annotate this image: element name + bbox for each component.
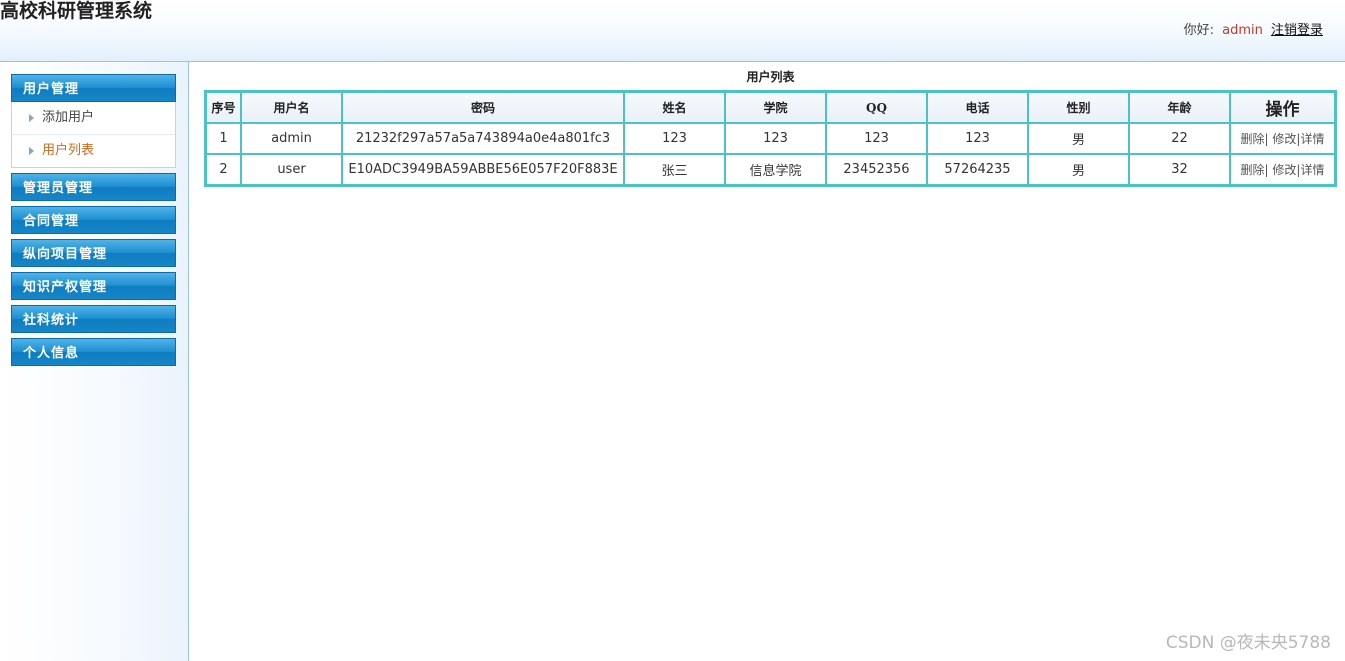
sidebar: 用户管理 添加用户 用户列表 管理员管理 合同管理 纵向项目管理 知识产权管理 …: [0, 62, 189, 661]
edit-link[interactable]: 修改: [1272, 132, 1296, 146]
action-separator: |: [1264, 163, 1269, 177]
table-row: 2 user E10ADC3949BA59ABBE56E057F20F883E …: [206, 154, 1335, 185]
logout-link[interactable]: 注销登录: [1271, 23, 1323, 38]
detail-link[interactable]: 详情: [1300, 163, 1324, 177]
cell-qq: 123: [826, 123, 927, 154]
cell-college: 123: [725, 123, 826, 154]
menu-header-ip-management[interactable]: 知识产权管理: [11, 272, 176, 300]
system-title: 高校科研管理系统: [0, 0, 153, 22]
cell-password: 21232f297a57a5a743894a0e4a801fc3: [342, 123, 624, 154]
table-row: 1 admin 21232f297a57a5a743894a0e4a801fc3…: [206, 123, 1335, 154]
menu-header-user-management[interactable]: 用户管理: [11, 74, 176, 102]
column-header-phone: 电话: [927, 92, 1028, 123]
cell-actions: 删除| 修改|详情: [1230, 154, 1335, 185]
cell-qq: 23452356: [826, 154, 927, 185]
cell-age: 32: [1129, 154, 1230, 185]
sidebar-item-label: 添加用户: [42, 110, 95, 125]
table-caption: 用户列表: [746, 70, 795, 84]
greeting-label: 你好:: [1183, 23, 1214, 38]
detail-link[interactable]: 详情: [1300, 132, 1324, 146]
menu-group-contract-management: 合同管理: [11, 206, 176, 234]
user-table: 序号 用户名 密码 姓名 学院 QQ 电话 性别 年龄 操作 1 admin 2…: [204, 90, 1337, 187]
cell-age: 22: [1129, 123, 1230, 154]
main-content: 用户列表 序号 用户名 密码 姓名 学院 QQ 电话 性别 年龄 操作 1 ad…: [204, 62, 1337, 187]
sidebar-item-user-list[interactable]: 用户列表: [12, 135, 175, 167]
column-header-actions: 操作: [1230, 92, 1335, 123]
column-header-username: 用户名: [241, 92, 342, 123]
menu-header-personal-info[interactable]: 个人信息: [11, 338, 176, 366]
menu-group-personal-info: 个人信息: [11, 338, 176, 366]
top-header: 高校科研管理系统 你好: admin 注销登录: [0, 0, 1345, 62]
caret-right-icon: [29, 113, 34, 122]
menu-header-social-science-stats[interactable]: 社科统计: [11, 305, 176, 333]
column-header-college: 学院: [725, 92, 826, 123]
menu-group-admin-management: 管理员管理: [11, 173, 176, 201]
cell-name: 张三: [624, 154, 725, 185]
cell-gender: 男: [1028, 123, 1129, 154]
submenu-user-management: 添加用户 用户列表: [11, 102, 176, 168]
delete-link[interactable]: 删除: [1241, 132, 1265, 146]
cell-phone: 57264235: [927, 154, 1028, 185]
cell-actions: 删除| 修改|详情: [1230, 123, 1335, 154]
cell-phone: 123: [927, 123, 1028, 154]
menu-group-user-management: 用户管理 添加用户 用户列表: [11, 74, 176, 168]
caret-right-icon: [29, 146, 34, 155]
table-header-row: 序号 用户名 密码 姓名 学院 QQ 电话 性别 年龄 操作: [206, 92, 1335, 123]
column-header-qq: QQ: [826, 92, 927, 123]
column-header-password: 密码: [342, 92, 624, 123]
cell-no: 1: [206, 123, 241, 154]
menu-header-vertical-project-management[interactable]: 纵向项目管理: [11, 239, 176, 267]
delete-link[interactable]: 删除: [1241, 163, 1265, 177]
sidebar-item-label: 用户列表: [42, 143, 95, 158]
sidebar-item-add-user[interactable]: 添加用户: [12, 102, 175, 135]
column-header-name: 姓名: [624, 92, 725, 123]
column-header-no: 序号: [206, 92, 241, 123]
cell-gender: 男: [1028, 154, 1129, 185]
edit-link[interactable]: 修改: [1272, 163, 1296, 177]
watermark: CSDN @夜未央5788: [1165, 633, 1331, 653]
cell-name: 123: [624, 123, 725, 154]
cell-password: E10ADC3949BA59ABBE56E057F20F883E: [342, 154, 624, 185]
user-bar: 你好: admin 注销登录: [1184, 19, 1323, 38]
menu-group-social-science-stats: 社科统计: [11, 305, 176, 333]
column-header-age: 年龄: [1129, 92, 1230, 123]
menu-group-ip-management: 知识产权管理: [11, 272, 176, 300]
menu-group-vertical-project-management: 纵向项目管理: [11, 239, 176, 267]
column-header-gender: 性别: [1028, 92, 1129, 123]
cell-username: admin: [241, 123, 342, 154]
action-separator: |: [1264, 132, 1269, 146]
menu-header-contract-management[interactable]: 合同管理: [11, 206, 176, 234]
menu-header-admin-management[interactable]: 管理员管理: [11, 173, 176, 201]
cell-college: 信息学院: [725, 154, 826, 185]
cell-no: 2: [206, 154, 241, 185]
current-username: admin: [1222, 23, 1263, 38]
cell-username: user: [241, 154, 342, 185]
